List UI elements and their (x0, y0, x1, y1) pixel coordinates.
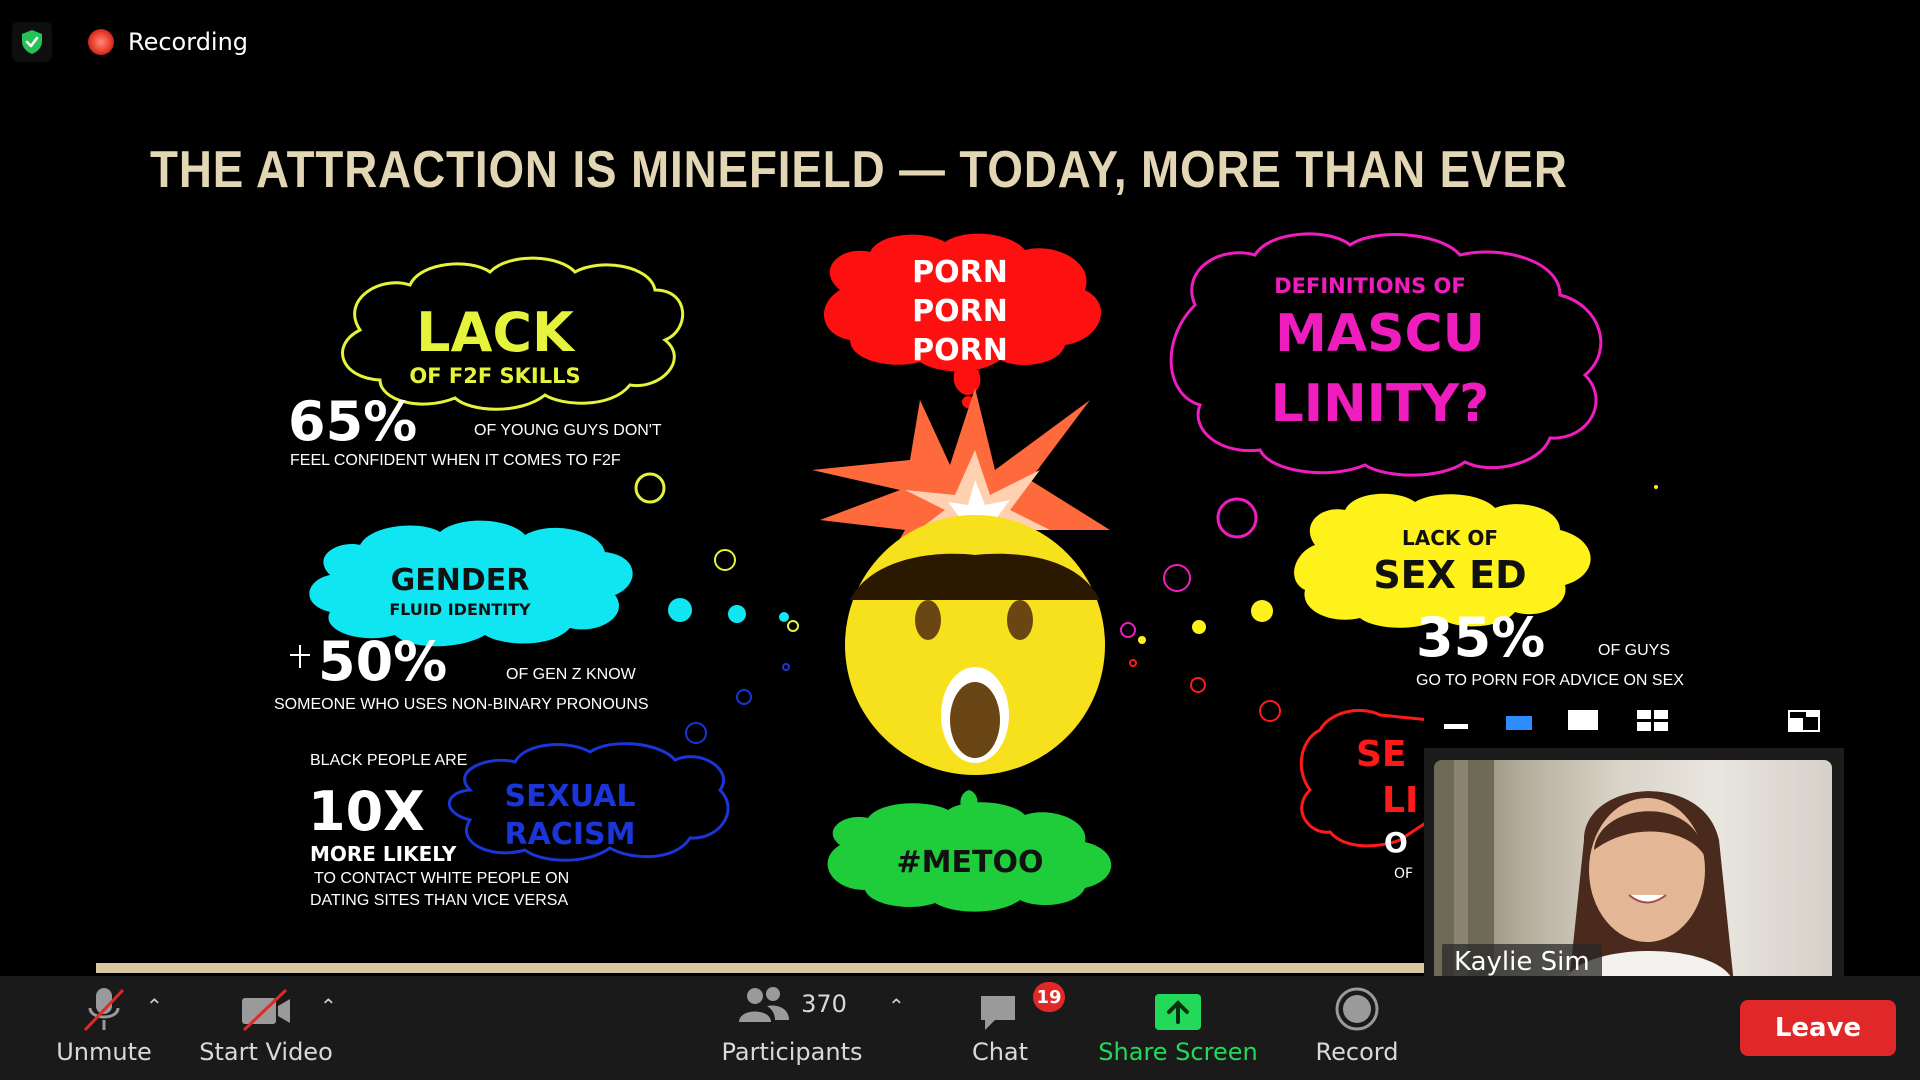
exit-fullscreen-icon[interactable] (1788, 710, 1820, 732)
partial-line-3: O (1384, 826, 1408, 859)
sexed-intro: LACK OF (1401, 526, 1499, 550)
porn-line-1: PORN (912, 255, 1008, 290)
speaker-view-icon[interactable] (1568, 710, 1598, 730)
chat-icon (981, 996, 1015, 1030)
chat-badge: 19 (1033, 982, 1065, 1012)
lack-desc-1: OF YOUNG GUYS DON'T (474, 422, 662, 439)
sexed-desc-2: GO TO PORN FOR ADVICE ON SEX (1416, 672, 1684, 689)
unmute-button[interactable]: Unmute (44, 976, 164, 1080)
lack-stat: 65% (288, 390, 418, 453)
masculinity-line-1: MASCU (1275, 304, 1485, 364)
lack-heading: LACK (416, 301, 574, 364)
gender-stat: 50% (318, 630, 448, 693)
active-speaker-view-icon[interactable] (1506, 716, 1532, 730)
participants-icon (739, 987, 790, 1022)
sexed-stat: 35% (1416, 606, 1546, 669)
lack-desc-2: FEEL CONFIDENT WHEN IT COMES TO F2F (290, 452, 621, 469)
record-label: Record (1315, 1038, 1399, 1066)
racism-desc-2: DATING SITES THAN VICE VERSA (310, 892, 569, 909)
participants-count: 370 (801, 990, 847, 1018)
share-screen-label: Share Screen (1098, 1038, 1258, 1066)
share-screen-icon (1155, 994, 1201, 1030)
audio-options-caret-icon[interactable]: ⌃ (146, 994, 163, 1018)
record-icon (1335, 987, 1379, 1031)
partial-line-2: LI (1382, 780, 1419, 821)
racism-bubble-2: RACISM (504, 817, 636, 852)
partial-line-4: OF (1394, 866, 1414, 882)
gallery-view-icon[interactable] (1637, 710, 1669, 732)
partial-line-1: SE (1356, 734, 1407, 775)
partial-cloud (1299, 708, 1432, 848)
video-off-icon (242, 988, 290, 1032)
gender-sub: FLUID IDENTITY (389, 600, 531, 619)
masculinity-line-2: LINITY? (1270, 374, 1490, 434)
video-view-controls (1424, 702, 1844, 748)
chat-button[interactable]: 19 Chat (950, 976, 1065, 1080)
racism-bubble-1: SEXUAL (504, 779, 636, 814)
start-video-label: Start Video (199, 1038, 333, 1066)
leave-meeting-button[interactable]: Leave (1740, 1000, 1896, 1056)
porn-line-2: PORN (912, 294, 1008, 329)
masculinity-intro: DEFINITIONS OF (1274, 274, 1466, 298)
racism-intro: BLACK PEOPLE ARE (310, 752, 468, 769)
muted-microphone-icon (83, 988, 125, 1032)
record-button[interactable]: Record (1302, 976, 1412, 1080)
sexed-heading: SEX ED (1373, 553, 1527, 597)
gender-desc-1: OF GEN Z KNOW (506, 666, 636, 683)
slide-rule (96, 963, 1436, 973)
participants-label: Participants (721, 1038, 863, 1066)
chat-label: Chat (971, 1038, 1029, 1066)
porn-line-3: PORN (912, 333, 1008, 368)
participant-name-tag: Kaylie Sim (1442, 944, 1602, 980)
participants-options-caret-icon[interactable]: ⌃ (888, 994, 905, 1018)
gender-desc-2: SOMEONE WHO USES NON-BINARY PRONOUNS (274, 696, 649, 713)
racism-desc-1: TO CONTACT WHITE PEOPLE ON (314, 870, 570, 887)
sexed-desc-1: OF GUYS (1598, 642, 1671, 659)
gender-heading: GENDER (390, 563, 530, 598)
video-options-caret-icon[interactable]: ⌃ (320, 994, 337, 1018)
unmute-label: Unmute (56, 1038, 152, 1066)
meeting-toolbar: Unmute ⌃ Start Video ⌃ 370 Participants … (0, 976, 1920, 1080)
minimize-icon[interactable] (1444, 724, 1468, 729)
start-video-button[interactable]: Start Video (196, 976, 336, 1080)
share-screen-button[interactable]: Share Screen (1088, 976, 1268, 1080)
lack-sub: OF F2F SKILLS (409, 364, 581, 388)
participants-button[interactable]: 370 Participants (712, 976, 872, 1080)
metoo-label: #METOO (896, 845, 1044, 880)
racism-more: MORE LIKELY (310, 842, 457, 866)
racism-stat: 10X (308, 780, 425, 843)
